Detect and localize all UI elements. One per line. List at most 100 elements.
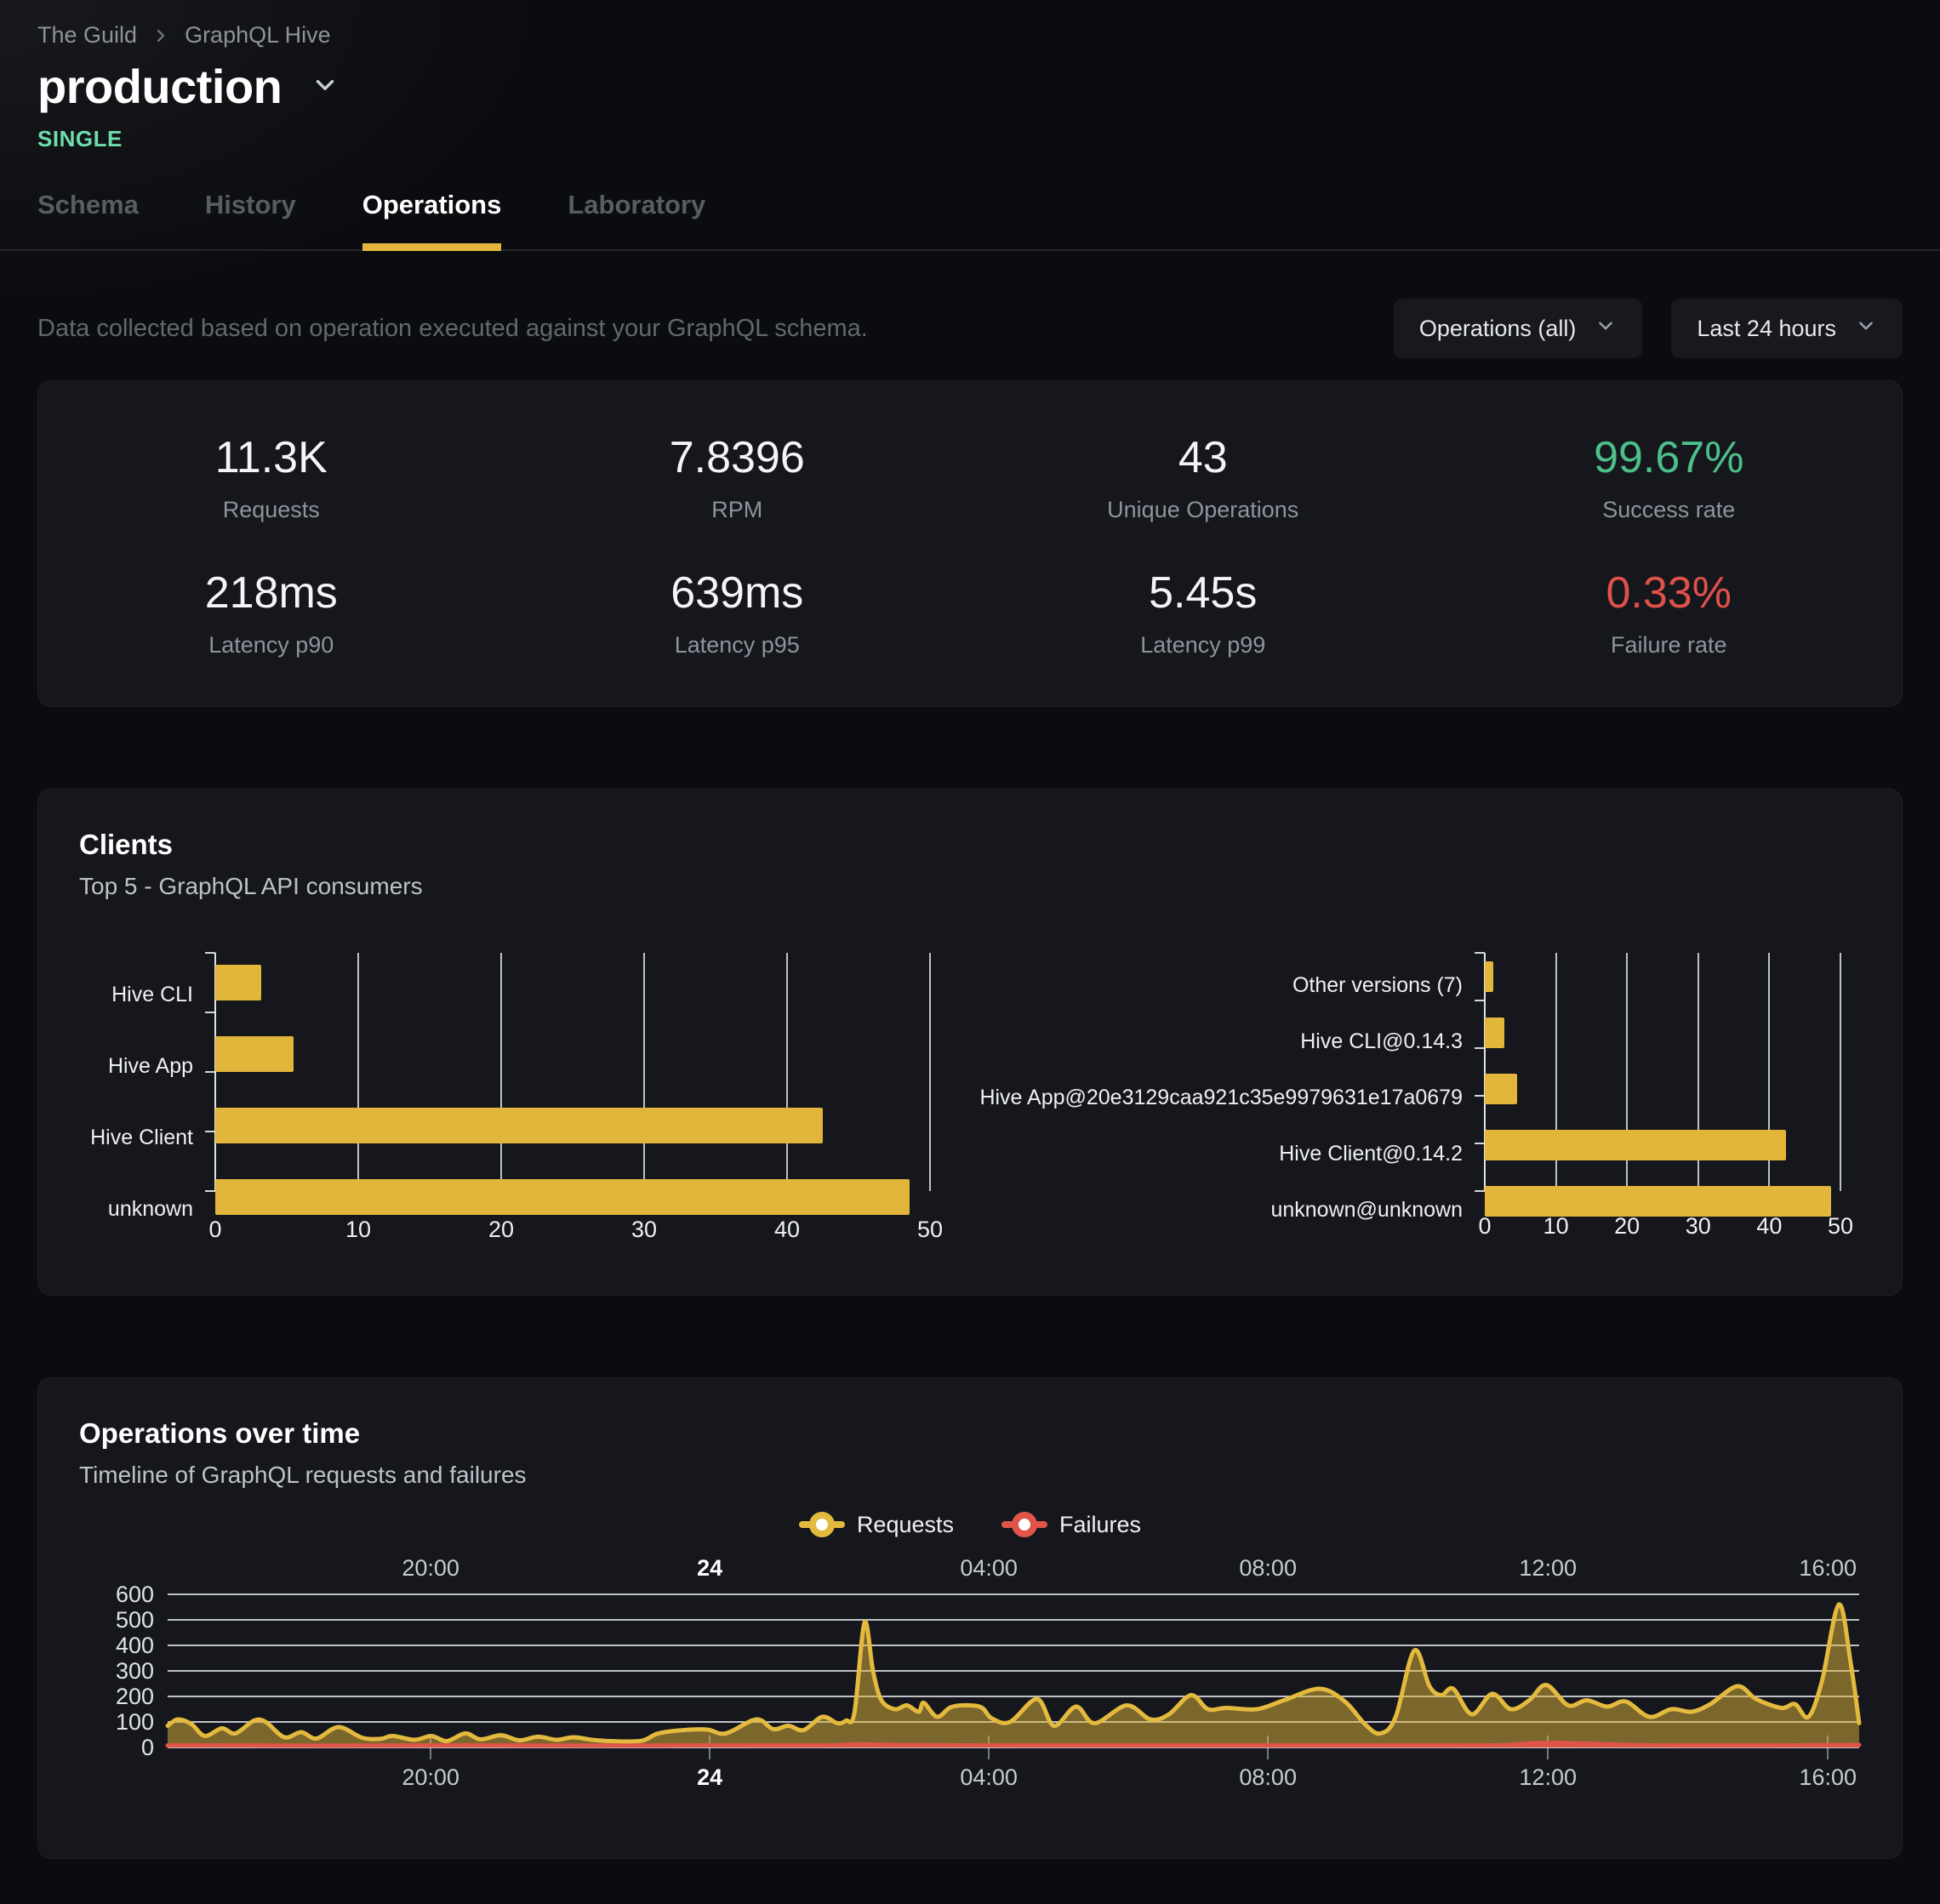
clients-by-name-chart: Hive CLI Hive App Hive Client unknown 010203… — [79, 953, 950, 1247]
title-row: production — [37, 59, 1903, 114]
operations-over-time-card: Operations over time Timeline of GraphQL… — [37, 1377, 1903, 1859]
operations-filter-dropdown[interactable]: Operations (all) — [1394, 299, 1643, 358]
stat-failure-rate: 0.33% Failure rate — [1436, 545, 1903, 681]
period-filter-dropdown[interactable]: Last 24 hours — [1671, 299, 1903, 358]
page-title: production — [37, 59, 282, 114]
tab-schema[interactable]: Schema — [37, 190, 139, 249]
stat-label: Latency p99 — [970, 632, 1436, 658]
time-label-bottom: 12:00 — [1519, 1764, 1577, 1791]
bar-row: Hive App@20e3129caa921c35e9979631e17a067… — [1485, 1074, 1840, 1121]
axis-tick — [1475, 952, 1485, 954]
legend-dot-icon — [1012, 1512, 1037, 1537]
clients-card-title: Clients — [79, 829, 1861, 861]
stat-value: 11.3K — [38, 432, 505, 483]
axis-tick — [205, 1071, 215, 1073]
clients-charts-row: Hive CLIHive AppHive Clientunknown010203… — [79, 953, 1861, 1247]
y-tick-label: 0 — [79, 1735, 154, 1761]
y-tick-label: 200 — [79, 1684, 154, 1710]
legend-label: Requests — [857, 1512, 954, 1538]
bar — [1485, 1018, 1504, 1048]
stat-success-rate: 99.67% Success rate — [1436, 410, 1903, 545]
breadcrumb: The Guild GraphQL Hive — [37, 0, 1903, 48]
clients-card: Clients Top 5 - GraphQL API consumers Hi… — [37, 789, 1903, 1296]
bar-row: Hive App — [215, 1036, 930, 1096]
requests-area — [168, 1605, 1859, 1747]
axis-tick — [205, 1190, 215, 1192]
stat-value: 0.33% — [1436, 567, 1903, 619]
page: { "breadcrumb": { "items": ["The Guild",… — [0, 0, 1940, 1904]
stat-latency-p90: 218ms Latency p90 — [38, 545, 505, 681]
time-label-bottom: 08:00 — [1239, 1764, 1297, 1791]
stat-label: RPM — [505, 497, 971, 523]
legend-dot-icon — [809, 1512, 835, 1537]
operations-timeline-chart: 20:0020:00242404:0004:0008:0008:0012:001… — [79, 1555, 1861, 1810]
legend-label: Failures — [1059, 1512, 1141, 1538]
legend-item-failures[interactable]: Failures — [1001, 1511, 1141, 1538]
stat-requests: 11.3K Requests — [38, 410, 505, 545]
axis-tick-label: 50 — [917, 1217, 943, 1243]
chevron-down-icon — [1595, 315, 1617, 343]
axis-tick-label: 40 — [1756, 1213, 1782, 1240]
bar-category-label: unknown — [79, 1179, 193, 1239]
chevron-down-icon — [311, 71, 340, 102]
period-filter-value: Last 24 hours — [1697, 316, 1836, 342]
stat-value: 43 — [970, 432, 1436, 483]
tab-history[interactable]: History — [205, 190, 296, 249]
bar-row: Hive Client — [215, 1108, 930, 1167]
axis-tick — [1475, 1190, 1485, 1192]
target-switcher-button[interactable] — [305, 66, 345, 107]
toolbar: Data collected based on operation execut… — [37, 299, 1903, 358]
bar-rows: Other versions (7) Hive CLI@0.14.3 Hive Ap… — [1485, 961, 1840, 1200]
ops-card-subtitle: Timeline of GraphQL requests and failure… — [79, 1462, 1861, 1489]
bar-category-label: Hive Client@0.14.2 — [984, 1130, 1463, 1177]
axis-tick-label: 0 — [1478, 1213, 1491, 1240]
time-label-top: 08:00 — [1239, 1555, 1297, 1582]
tab-bar: Schema History Operations Laboratory — [0, 190, 1940, 251]
bar-row: Hive CLI@0.14.3 — [1485, 1018, 1840, 1065]
bar-rows: Hive CLIHive AppHive Clientunknown — [215, 965, 930, 1203]
bar-x-axis: 01020304050 — [215, 1203, 930, 1247]
stat-label: Unique Operations — [970, 497, 1436, 523]
axis-tick-label: 10 — [1543, 1213, 1569, 1240]
chevron-down-icon — [1855, 315, 1877, 343]
main-content: The Guild GraphQL Hive production SINGLE… — [0, 0, 1940, 1859]
bar-category-label: unknown@unknown — [984, 1186, 1463, 1234]
bar-category-label: Hive CLI — [79, 965, 193, 1024]
axis-tick-label: 0 — [208, 1217, 221, 1243]
y-tick-label: 600 — [79, 1582, 154, 1608]
breadcrumb-project-link[interactable]: GraphQL Hive — [185, 22, 331, 48]
axis-tick — [205, 952, 215, 954]
stat-value: 218ms — [38, 567, 505, 619]
bar-x-axis: 01020304050 — [1485, 1200, 1840, 1244]
time-label-top: 16:00 — [1799, 1555, 1857, 1582]
breadcrumb-org-link[interactable]: The Guild — [37, 22, 137, 48]
bar-category-label: Hive App — [79, 1036, 193, 1096]
timeline-plot — [168, 1594, 1859, 1747]
bar-category-label: Hive CLI@0.14.3 — [984, 1018, 1463, 1065]
axis-tick-label: 20 — [1614, 1213, 1640, 1240]
legend-item-requests[interactable]: Requests — [799, 1511, 954, 1538]
axis-tick-label: 40 — [774, 1217, 800, 1243]
axis-tick — [205, 1012, 215, 1013]
bar-row: Hive CLI — [215, 965, 930, 1024]
bar — [215, 1108, 823, 1143]
legend-marker-icon — [799, 1511, 845, 1538]
ops-card-title: Operations over time — [79, 1417, 1861, 1450]
stat-unique-operations: 43 Unique Operations — [970, 410, 1436, 545]
axis-tick-label: 50 — [1828, 1213, 1853, 1240]
stat-value: 639ms — [505, 567, 971, 619]
stat-label: Latency p90 — [38, 632, 505, 658]
stat-value: 99.67% — [1436, 432, 1903, 483]
stat-value: 7.8396 — [505, 432, 971, 483]
stat-label: Requests — [38, 497, 505, 523]
legend-marker-icon — [1001, 1511, 1047, 1538]
tab-laboratory[interactable]: Laboratory — [568, 190, 705, 249]
header: The Guild GraphQL Hive production SINGLE — [37, 0, 1903, 152]
tab-operations[interactable]: Operations — [362, 190, 502, 249]
axis-tick — [1475, 1047, 1485, 1049]
page-description: Data collected based on operation execut… — [37, 315, 868, 343]
bar — [215, 965, 261, 1000]
axis-tick-label: 30 — [1686, 1213, 1711, 1240]
stat-label: Success rate — [1436, 497, 1903, 523]
bar-row: Other versions (7) — [1485, 961, 1840, 1009]
